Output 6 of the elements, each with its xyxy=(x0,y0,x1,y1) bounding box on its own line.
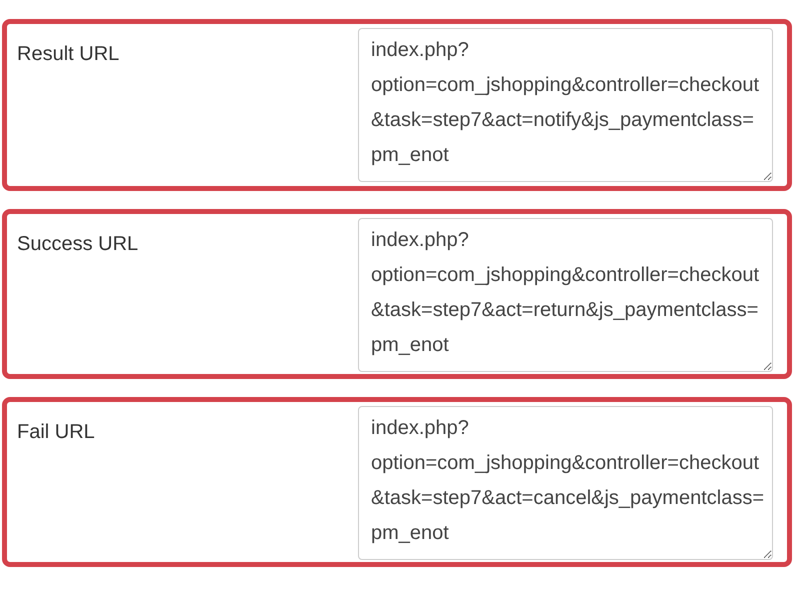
url-field[interactable]: index.php?option=com_jshopping&controller=checkout&task=step7&act=notify&js_paymentclass=pm_enot xyxy=(358,28,773,182)
field-label: Fail URL xyxy=(17,420,95,445)
url-field[interactable]: index.php?option=com_jshopping&controller=checkout&task=step7&act=cancel&js_paymentclass=pm_enot xyxy=(358,406,773,560)
url-field[interactable]: index.php?option=com_jshopping&controller=checkout&task=step7&act=return&js_paymentclass=pm_enot xyxy=(358,218,773,372)
field-label: Result URL xyxy=(17,42,120,67)
field-label: Success URL xyxy=(17,232,138,257)
